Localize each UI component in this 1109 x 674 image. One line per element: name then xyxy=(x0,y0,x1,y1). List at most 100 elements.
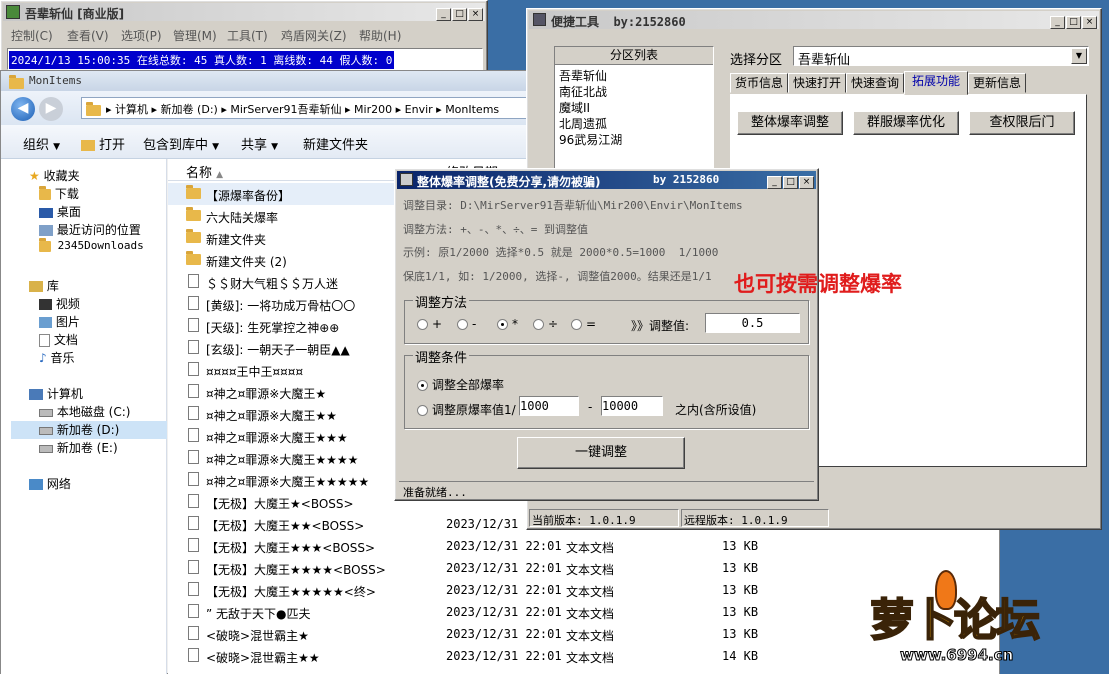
nav-recent[interactable]: 最近访问的位置 xyxy=(39,221,141,239)
tab-quick-query[interactable]: 快速查询 xyxy=(846,73,904,93)
text-file-icon xyxy=(188,296,199,310)
menu-gateway[interactable]: 鸡盾网关(Z) xyxy=(281,27,347,44)
nav-2345downloads[interactable]: 2345Downloads xyxy=(39,237,144,257)
open-button[interactable]: 打开 xyxy=(81,134,125,153)
cond-range-radio[interactable]: 调整原爆率值1/ xyxy=(417,401,516,418)
partition-item[interactable]: 魔域II xyxy=(559,99,590,116)
current-version: 当前版本: 1.0.1.9 xyxy=(529,509,679,527)
nav-downloads[interactable]: 下载 xyxy=(39,185,79,203)
range-from-input[interactable] xyxy=(519,396,579,416)
group-drop-optimize-button[interactable]: 群服爆率优化 xyxy=(853,111,959,135)
new-folder-button[interactable]: 新建文件夹 xyxy=(303,134,368,153)
partition-item[interactable]: 北周遗孤 xyxy=(559,115,607,132)
file-size: 13 KB xyxy=(722,539,759,553)
maximize-button[interactable]: □ xyxy=(452,8,467,21)
close-button[interactable]: × xyxy=(1082,16,1097,29)
crumb-computer[interactable]: 计算机 xyxy=(115,103,148,116)
minimize-button[interactable]: _ xyxy=(767,176,782,189)
nav-computer[interactable]: 计算机 xyxy=(29,385,83,403)
minimize-button[interactable]: _ xyxy=(436,8,451,21)
text-file-icon xyxy=(188,362,199,376)
chevron-down-icon[interactable]: ▼ xyxy=(1071,48,1087,64)
op-equals-radio[interactable]: = xyxy=(571,317,596,331)
file-date: 2023/12/31 22:01 xyxy=(446,649,562,663)
nav-drive-e[interactable]: 新加卷 (E:) xyxy=(39,439,118,457)
close-button[interactable]: × xyxy=(468,8,483,21)
method-group-label: 调整方法 xyxy=(413,292,470,311)
file-date: 2023/12/31 22:01 xyxy=(446,539,562,553)
folder-icon xyxy=(186,185,201,199)
drive-icon xyxy=(39,426,53,435)
partition-item[interactable]: 96武易江湖 xyxy=(559,131,622,148)
organize-button[interactable]: 组织 ▼ xyxy=(23,134,60,153)
op-minus-radio[interactable]: - xyxy=(457,317,476,331)
crumb-drive[interactable]: 新加卷 (D:) xyxy=(161,103,218,116)
partition-item[interactable]: 南征北战 xyxy=(559,83,607,100)
file-date: 2023/12/31 22:01 xyxy=(446,561,562,575)
back-button-icon[interactable]: ◀ xyxy=(11,97,35,121)
include-library-button[interactable]: 包含到库中 ▼ xyxy=(143,134,219,153)
folder-icon xyxy=(39,237,51,252)
file-type: 文本文档 xyxy=(566,563,615,577)
dialog-title: 整体爆率调整(免费分享,请勿被骗) xyxy=(417,175,601,189)
menu-manage[interactable]: 管理(M) xyxy=(173,27,217,44)
drive-icon xyxy=(39,408,53,417)
nav-music[interactable]: ♪ 音乐 xyxy=(39,349,75,367)
menu-options[interactable]: 选项(P) xyxy=(121,27,162,44)
menu-view[interactable]: 查看(V) xyxy=(67,27,109,44)
nav-library[interactable]: 库 xyxy=(29,277,59,295)
partition-select[interactable]: 吾辈斩仙 ▼ xyxy=(793,46,1089,68)
condition-group-label: 调整条件 xyxy=(413,347,470,366)
folder-icon xyxy=(186,251,201,265)
menu-help[interactable]: 帮助(H) xyxy=(359,27,401,44)
tab-quick-open[interactable]: 快速打开 xyxy=(788,73,846,93)
op-multiply-radio[interactable]: * xyxy=(497,317,518,331)
apply-button[interactable]: 一键调整 xyxy=(517,437,685,469)
column-name[interactable]: 名称 ▲ xyxy=(186,162,223,181)
dialog-dir: 调整目录: D:\MirServer91吾辈斩仙\Mir200\Envir\Mo… xyxy=(403,199,743,212)
main-menubar: 控制(C) 查看(V) 选项(P) 管理(M) 工具(T) 鸡盾网关(Z) 帮助… xyxy=(5,25,485,43)
status-box: 2024/1/13 15:00:35 在线总数: 45 真人数: 1 离线数: … xyxy=(7,48,483,70)
range-suffix: 之内(含所设值) xyxy=(675,403,757,417)
op-divide-radio[interactable]: ÷ xyxy=(533,317,558,331)
computer-icon xyxy=(29,389,43,400)
select-partition-label: 选择分区 xyxy=(730,53,783,68)
nav-drive-c[interactable]: 本地磁盘 (C:) xyxy=(39,403,130,421)
nav-favorites[interactable]: ★ 收藏夹 xyxy=(29,167,80,185)
value-input[interactable] xyxy=(705,313,800,333)
nav-drive-d[interactable]: 新加卷 (D:) xyxy=(11,421,167,439)
minimize-button[interactable]: _ xyxy=(1050,16,1065,29)
partition-item[interactable]: 吾辈斩仙 xyxy=(559,67,607,84)
forward-button-icon[interactable]: ▶ xyxy=(39,97,63,121)
tab-extensions[interactable]: 拓展功能 xyxy=(904,71,968,95)
breadcrumb[interactable]: ▸ 计算机 ▸ 新加卷 (D:) ▸ MirServer91吾辈斩仙 ▸ Mir… xyxy=(81,97,529,119)
close-button[interactable]: × xyxy=(799,176,814,189)
dialog-status: 准备就绪... xyxy=(399,481,814,499)
maximize-button[interactable]: □ xyxy=(783,176,798,189)
file-row[interactable]: 【无极】大魔王★★★<BOSS> 2023/12/31 22:01 文本文档 13 K… xyxy=(168,535,998,557)
share-button[interactable]: 共享 ▼ xyxy=(241,134,278,153)
tab-updates[interactable]: 更新信息 xyxy=(968,73,1026,93)
crumb-mir200[interactable]: Mir200 xyxy=(354,103,392,116)
crumb-envir[interactable]: Envir xyxy=(405,103,433,116)
menu-tools[interactable]: 工具(T) xyxy=(227,27,268,44)
nav-pictures[interactable]: 图片 xyxy=(39,313,80,331)
check-backdoor-button[interactable]: 查权限后门 xyxy=(969,111,1075,135)
breadcrumb-sep-icon: ▸ xyxy=(395,103,405,116)
text-file-icon xyxy=(188,450,199,464)
overall-drop-rate-button[interactable]: 整体爆率调整 xyxy=(737,111,843,135)
method-group: 调整方法 + - * ÷ = 》》调整值: xyxy=(404,292,809,344)
nav-video[interactable]: 视频 xyxy=(39,295,80,313)
library-icon xyxy=(29,281,43,292)
crumb-monitems[interactable]: MonItems xyxy=(445,103,499,116)
op-plus-radio[interactable]: + xyxy=(417,317,442,331)
tab-currency[interactable]: 货币信息 xyxy=(730,73,788,93)
nav-desktop[interactable]: 桌面 xyxy=(39,203,81,221)
cond-all-radio[interactable]: 调整全部爆率 xyxy=(417,376,504,393)
menu-control[interactable]: 控制(C) xyxy=(11,27,53,44)
range-to-input[interactable] xyxy=(601,396,663,416)
nav-documents[interactable]: 文档 xyxy=(39,331,78,349)
maximize-button[interactable]: □ xyxy=(1066,16,1081,29)
crumb-server[interactable]: MirServer91吾辈斩仙 xyxy=(230,103,341,116)
nav-network[interactable]: 网络 xyxy=(29,475,71,493)
